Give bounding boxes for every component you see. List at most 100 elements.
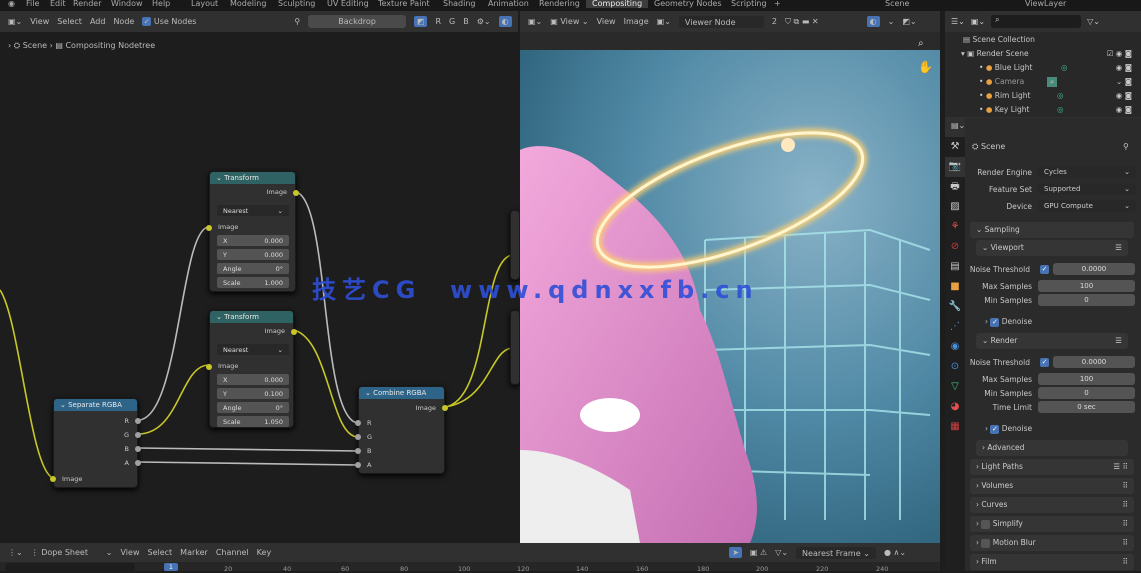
output-socket[interactable] [442,405,448,411]
min-samples-field[interactable]: 0 [1038,294,1135,306]
zoom-icon[interactable]: ⌕ [918,38,924,49]
x-field[interactable]: X 0.000 [217,235,289,246]
outliner-item[interactable]: • ● Rim Light ◎ ◉ ◙ [979,91,1136,100]
denoise-render[interactable]: › ✓ Denoise [985,424,1032,434]
render-tab-icon[interactable]: 📷 [945,157,965,177]
outliner-item[interactable]: • ● Key Light ◎ ◉ ◙ [979,105,1136,114]
transform-node-1[interactable]: ⌄ Transform Image Nearest ⌄ Image X 0.000 … [206,171,299,292]
render-subpanel[interactable]: ⌄ Render ☰ [976,333,1128,349]
socket-g[interactable] [135,432,141,438]
noise-threshold-checkbox[interactable]: ✓ [1040,358,1049,367]
display-mode-icon[interactable]: ☰⌄ [951,17,965,26]
visibility-icons[interactable]: ☑ ◉ ◙ [1107,49,1132,58]
device-dropdown[interactable]: GPU Compute ⌄ [1038,200,1136,212]
noise-threshold-field[interactable]: 0.0000 [1053,263,1135,275]
particles-tab-icon[interactable]: ⋰ [945,317,965,337]
volumes-panel[interactable]: › Volumes ⠿ [970,478,1134,494]
world-tab-icon[interactable]: ⊘ [945,237,965,257]
fake-user-icon[interactable]: ⛉ ⧉ ▬ ✕ [785,17,819,27]
tool-tab-icon[interactable]: ⚒ [945,137,965,157]
separate-rgba-node[interactable]: ⌄ Separate RGBA R G B A Image [50,398,141,488]
filter-icon[interactable]: ▽⌄ [1087,17,1100,26]
tab-compositing[interactable]: Compositing [586,0,649,8]
motion-blur-panel[interactable]: › Motion Blur ⠿ [970,535,1134,551]
tab-rendering[interactable]: Rendering [539,0,580,8]
feature-set-dropdown[interactable]: Supported ⌄ [1038,183,1136,195]
tab-scripting[interactable]: Scripting [731,0,767,8]
pin-icon[interactable]: ⚲ [1123,142,1129,151]
physics-tab-icon[interactable]: ◉ [945,337,965,357]
snap-dropdown[interactable]: Nearest Frame ⌄ [796,546,877,559]
max-samples-field[interactable]: 100 [1038,373,1135,385]
editor-type-icon[interactable]: ▣⌄ [528,17,542,26]
input-socket[interactable] [50,476,56,482]
advanced-subpanel[interactable]: › Advanced [976,440,1128,456]
time-limit-field[interactable]: 0 sec [1038,401,1135,413]
ghost-icon[interactable]: ▣ ⚠ [750,548,767,557]
output-socket[interactable] [291,329,297,335]
collection-render-scene[interactable]: ▾ ▣ Render Scene ☑ ◉ ◙ [961,49,1136,58]
viewport-subpanel[interactable]: ⌄ Viewport ☰ [976,240,1128,256]
menu-channel[interactable]: Channel [216,548,249,557]
angle-field[interactable]: Angle 0° [217,263,289,274]
denoise-viewport[interactable]: › ✓ Denoise [985,317,1032,327]
socket-b[interactable] [135,446,141,452]
combine-rgba-node[interactable]: ⌄ Combine RGBA Image R G B A [355,386,448,474]
view-layer-tab-icon[interactable]: ▨ [945,197,965,217]
image-browse-icon[interactable]: ▣⌄ [657,17,671,26]
curves-panel[interactable]: › Curves ⠿ [970,497,1134,513]
scale-field[interactable]: Scale 1.000 [217,277,289,288]
hand-pan-icon[interactable]: ✋ [918,60,933,74]
scene-collection[interactable]: ▤ Scene Collection [963,35,1035,44]
select-tool-icon[interactable]: ➤ [729,547,742,558]
input-socket[interactable] [206,364,212,370]
view-layer-selector[interactable]: ViewLayer [1025,0,1066,8]
output-tab-icon[interactable]: 🖶 [945,177,965,197]
current-frame-indicator[interactable]: 1 [164,563,178,571]
socket-b[interactable] [355,448,361,454]
outliner-item[interactable]: • ● Blue Light ◎ ◉ ◙ [979,63,1136,72]
gizmo-icon[interactable]: ◐ [866,16,880,27]
filter-dropdown[interactable]: Nearest ⌄ [217,344,289,355]
editor-type-icon[interactable]: ▤⌄ [951,121,965,130]
socket-g[interactable] [355,434,361,440]
constraints-tab-icon[interactable]: ⊙ [945,357,965,377]
x-field[interactable]: X 0.000 [217,374,289,385]
noise-threshold-checkbox[interactable]: ✓ [1040,265,1049,274]
light-paths-panel[interactable]: › Light Paths ☰ ⠿ [970,459,1134,475]
input-socket[interactable] [206,225,212,231]
object-tab-icon[interactable]: ■ [945,277,965,297]
render-engine-dropdown[interactable]: Cycles ⌄ [1038,166,1136,178]
filter-type-icon[interactable]: ▣⌄ [971,17,985,26]
mode-dropdown[interactable]: ⋮ Dope Sheet ⌄ [31,548,113,557]
y-field[interactable]: Y 0.000 [217,249,289,260]
transform-node-2[interactable]: ⌄ Transform Image Nearest ⌄ Image X 0.000 … [206,310,297,428]
display-channels-icon[interactable]: ◩⌄ [902,17,916,26]
output-socket[interactable] [293,190,299,196]
socket-r[interactable] [135,418,141,424]
socket-a[interactable] [135,460,141,466]
collection-tab-icon[interactable]: ▤ [945,257,965,277]
filter-icon[interactable]: ▽⌄ [775,548,788,557]
channel-search[interactable] [5,563,135,571]
proportional-icon[interactable]: ● ∧⌄ [884,548,906,557]
simplify-panel[interactable]: › Simplify ⠿ [970,516,1134,532]
users-count[interactable]: 2 [772,17,777,26]
socket-a[interactable] [355,462,361,468]
texture-tab-icon[interactable]: ▦ [945,417,965,437]
editor-type-icon[interactable]: ⋮⌄ [8,548,23,557]
film-panel[interactable]: › Film ⠿ [970,554,1134,570]
angle-field[interactable]: Angle 0° [217,402,289,413]
menu-key[interactable]: Key [257,548,272,557]
scene-tab-icon[interactable]: ⚘ [945,217,965,237]
scene-selector[interactable]: Scene [885,0,909,8]
filter-dropdown[interactable]: Nearest ⌄ [217,205,289,216]
modifier-tab-icon[interactable]: 🔧 [945,297,965,317]
y-field[interactable]: Y 0.100 [217,388,289,399]
menu-view[interactable]: View [597,17,616,26]
socket-r[interactable] [355,420,361,426]
tab-geometry-nodes[interactable]: Geometry Nodes [654,0,721,8]
view-mode-dropdown[interactable]: ▣ View ⌄ [550,17,588,26]
scale-field[interactable]: Scale 1.050 [217,416,289,427]
menu-marker[interactable]: Marker [180,548,208,557]
